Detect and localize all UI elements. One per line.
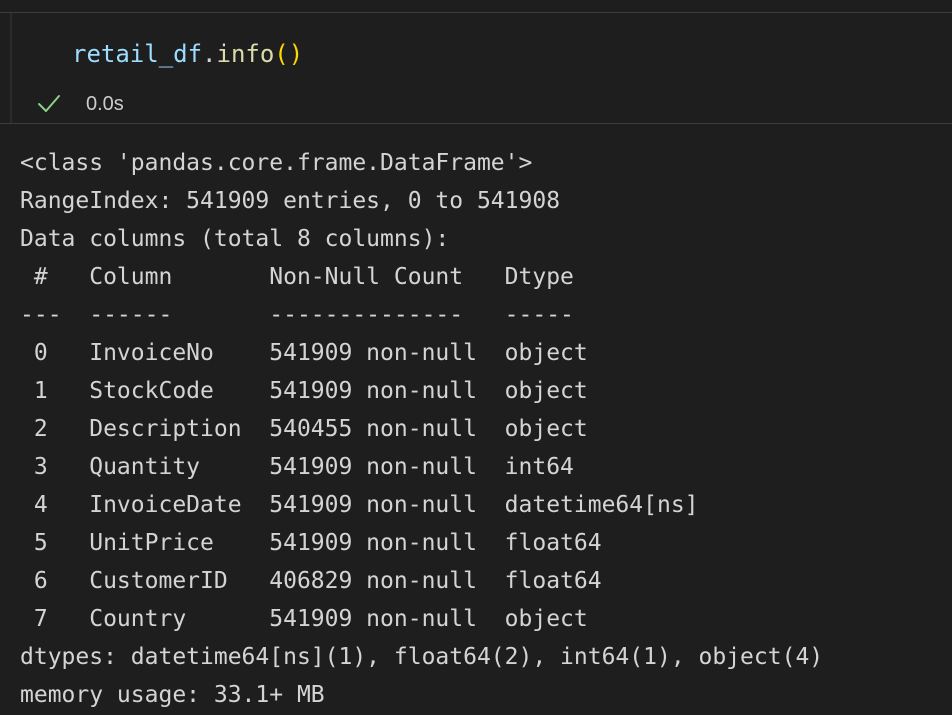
output-line-header: # Column Non-Null Count Dtype	[20, 264, 699, 290]
output-line-row-6: 6 CustomerID 406829 non-null float64	[20, 568, 699, 594]
code-cell[interactable]: retail_df.info() 0.0s	[0, 12, 952, 124]
output-line-row-1: 1 StockCode 541909 non-null object	[20, 378, 699, 404]
output-line-class: <class 'pandas.core.frame.DataFrame'>	[20, 150, 533, 176]
output-line-data-columns: Data columns (total 8 columns):	[20, 226, 450, 252]
output-line-row-3: 3 Quantity 541909 non-null int64	[20, 454, 699, 480]
code-paren-open: (	[274, 40, 289, 68]
check-icon	[36, 91, 62, 117]
output-line-row-7: 7 Country 541909 non-null object	[20, 606, 699, 632]
output-line-dtypes: dtypes: datetime64[ns](1), float64(2), i…	[20, 644, 824, 670]
output-line-row-0: 0 InvoiceNo 541909 non-null object	[20, 340, 699, 366]
cell-gutter	[10, 13, 12, 123]
execution-time: 0.0s	[86, 93, 124, 115]
code-method: info	[216, 40, 275, 68]
code-line[interactable]: retail_df.info()	[72, 39, 303, 69]
output-line-memory: memory usage: 33.1+ MB	[20, 682, 325, 708]
code-variable: retail_df	[72, 40, 203, 68]
output-line-row-2: 2 Description 540455 non-null object	[20, 416, 699, 442]
execution-status: 0.0s	[36, 91, 124, 117]
output-line-range-index: RangeIndex: 541909 entries, 0 to 541908	[20, 188, 561, 214]
output-line-row-4: 4 InvoiceDate 541909 non-null datetime64…	[20, 492, 699, 518]
code-dot: .	[202, 40, 217, 68]
output-line-separator: --- ------ -------------- -----	[20, 302, 699, 328]
cell-output: <class 'pandas.core.frame.DataFrame'> Ran…	[20, 144, 823, 714]
code-paren-close: )	[288, 40, 304, 68]
output-line-row-5: 5 UnitPrice 541909 non-null float64	[20, 530, 699, 556]
